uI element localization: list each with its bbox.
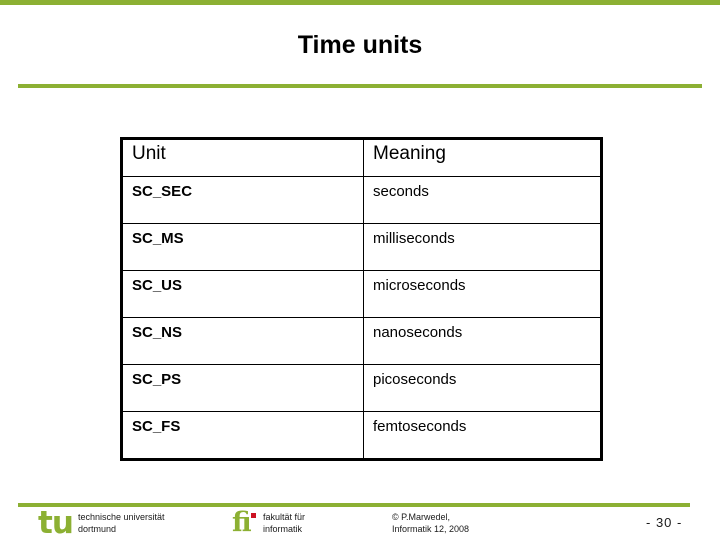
column-header-meaning: Meaning (363, 138, 602, 177)
fakultaet-informatik-label-line1: fakultät für (263, 512, 306, 522)
cell-unit: SC_PS (121, 364, 364, 412)
table-row: SC_FS femtoseconds (121, 411, 602, 460)
table-row: SC_NS nanoseconds (121, 317, 602, 365)
table-row: SC_MS milliseconds (121, 223, 602, 271)
table-row: SC_US microseconds (121, 270, 602, 318)
fi-logo-glyph: fi (232, 507, 252, 538)
cell-meaning: milliseconds (363, 223, 602, 271)
table-row: SC_SEC seconds (121, 176, 602, 224)
cell-unit: SC_NS (121, 317, 364, 365)
tu-dortmund-logo-icon: tu (38, 505, 74, 541)
page-title: Time units (297, 31, 423, 59)
cell-unit: SC_US (121, 270, 364, 318)
copyright-line1: © P.Marwedel, (392, 512, 450, 522)
cell-meaning: picoseconds (363, 364, 602, 412)
page-number: - 30 - (646, 515, 683, 530)
table-row: SC_PS picoseconds (121, 364, 602, 412)
copyright-line2: Informatik 12, 2008 (392, 524, 470, 534)
table-header-row: Unit Meaning (121, 138, 602, 177)
cell-unit: SC_FS (121, 411, 364, 460)
fakultaet-informatik-label: fakultät für informatik (263, 511, 305, 535)
title-divider (18, 84, 702, 88)
cell-unit: SC_SEC (121, 176, 364, 224)
tu-dortmund-label-line1: technische universität (78, 512, 165, 522)
cell-meaning: nanoseconds (363, 317, 602, 365)
cell-meaning: microseconds (363, 270, 602, 318)
top-accent-bar (0, 0, 720, 5)
cell-meaning: seconds (363, 176, 602, 224)
cell-unit: SC_MS (121, 223, 364, 271)
copyright-notice: © P.Marwedel, Informatik 12, 2008 (392, 511, 469, 535)
fakultaet-informatik-label-line2: informatik (263, 524, 303, 534)
tu-dortmund-label: technische universität dortmund (78, 511, 165, 535)
cell-meaning: femtoseconds (363, 411, 602, 460)
fakultaet-informatik-logo-icon: fi (232, 508, 262, 538)
slide-footer: tu technische universität dortmund fi fa… (0, 507, 720, 540)
fi-logo-dot-icon (251, 513, 256, 518)
column-header-unit: Unit (121, 138, 364, 177)
time-units-table: Unit Meaning SC_SEC seconds SC_MS millis… (120, 137, 603, 461)
tu-dortmund-label-line2: dortmund (78, 524, 117, 534)
